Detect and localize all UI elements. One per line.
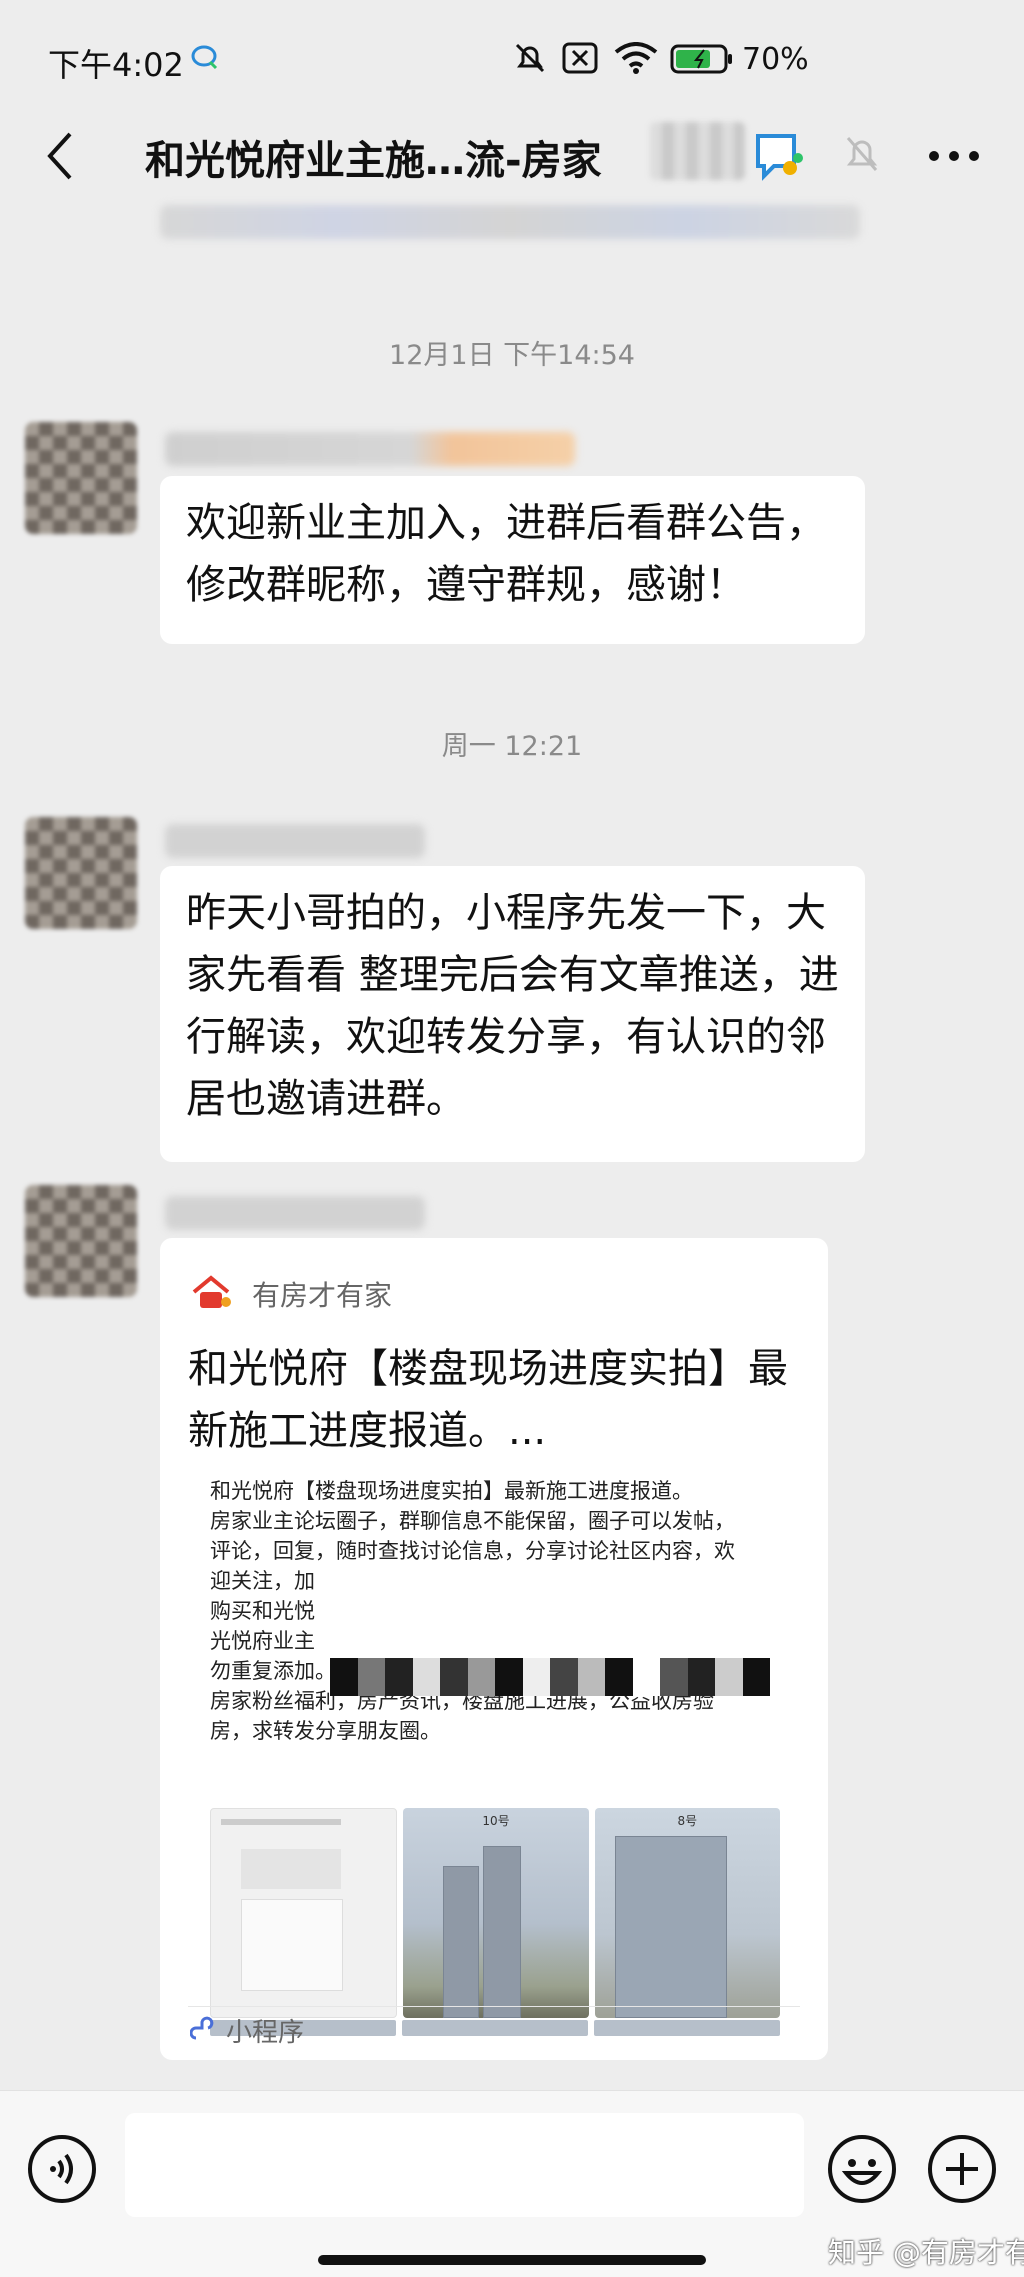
plus-icon[interactable] bbox=[926, 2133, 998, 2205]
emoji-icon[interactable] bbox=[826, 2133, 898, 2205]
group-badge-icon bbox=[756, 134, 803, 181]
card-title: 和光悦府【楼盘现场进度实拍】最新施工进度报道。... bbox=[188, 1346, 788, 1454]
more-dots-icon[interactable] bbox=[928, 150, 980, 162]
message-timestamp: 12月1日 下午14:54 bbox=[389, 340, 635, 371]
building-photo-thumbnail: 8号 bbox=[594, 1808, 780, 2018]
card-type-label: 小程序 bbox=[226, 2018, 305, 2048]
card-cover-image: 和光悦府【楼盘现场进度实拍】最新施工进度报道。 房家业主论坛圈子，群聊信息不能保… bbox=[210, 1476, 780, 2046]
mini-program-card[interactable]: 有房才有家 和光悦府【楼盘现场进度实拍】最新施工进度报道。... 和光悦府【楼盘… bbox=[160, 1238, 828, 2060]
mini-program-icon bbox=[190, 2016, 214, 2040]
message-bubble[interactable]: 欢迎新业主加入，进群后看群公告，修改群昵称，遵守群规，感谢！ bbox=[160, 476, 865, 644]
message-input[interactable] bbox=[125, 2113, 804, 2217]
home-indicator[interactable] bbox=[318, 2255, 706, 2265]
avatar[interactable] bbox=[25, 817, 137, 929]
pinned-notice-redacted bbox=[160, 205, 860, 239]
back-arrow-icon[interactable] bbox=[40, 128, 80, 184]
sender-name-redacted bbox=[165, 1196, 425, 1230]
voice-icon[interactable] bbox=[26, 2133, 98, 2205]
sender-name-redacted bbox=[165, 824, 425, 858]
input-bar: 知乎 @有房才有家 bbox=[0, 2090, 1024, 2277]
card-source: 有房才有家 bbox=[252, 1279, 393, 1312]
wifi-icon bbox=[614, 42, 658, 74]
building-photo-thumbnail: 10号 bbox=[403, 1808, 589, 2018]
watermark: 知乎 @有房才有家 bbox=[828, 2236, 1024, 2269]
sender-name-redacted bbox=[165, 432, 575, 466]
card-cover-text: 和光悦府【楼盘现场进度实拍】最新施工进度报道。 房家业主论坛圈子，群聊信息不能保… bbox=[210, 1479, 735, 1743]
message-bubble[interactable]: 昨天小哥拍的，小程序先发一下，大家先看看 整理完后会有文章推送，进行解读，欢迎转… bbox=[160, 866, 865, 1162]
card-thumbnails: 10号 8号 bbox=[210, 1808, 780, 2018]
status-time: 下午4:02 bbox=[48, 46, 184, 84]
silent-bell-icon bbox=[515, 43, 545, 73]
house-logo-icon bbox=[192, 1275, 231, 1308]
chat-screenshot-thumbnail bbox=[210, 1808, 398, 2018]
avatar[interactable] bbox=[25, 422, 137, 534]
chat-notification-icon bbox=[191, 45, 218, 70]
title-redacted bbox=[650, 122, 745, 180]
bell-muted-icon bbox=[846, 137, 878, 171]
battery-percent: 70% bbox=[742, 42, 809, 77]
battery-icon bbox=[670, 44, 732, 74]
pixelated-redaction bbox=[330, 1658, 770, 1696]
avatar[interactable] bbox=[25, 1185, 137, 1297]
card-divider bbox=[188, 2006, 800, 2007]
message-timestamp: 周一 12:21 bbox=[441, 731, 583, 762]
no-sim-icon bbox=[562, 42, 598, 74]
